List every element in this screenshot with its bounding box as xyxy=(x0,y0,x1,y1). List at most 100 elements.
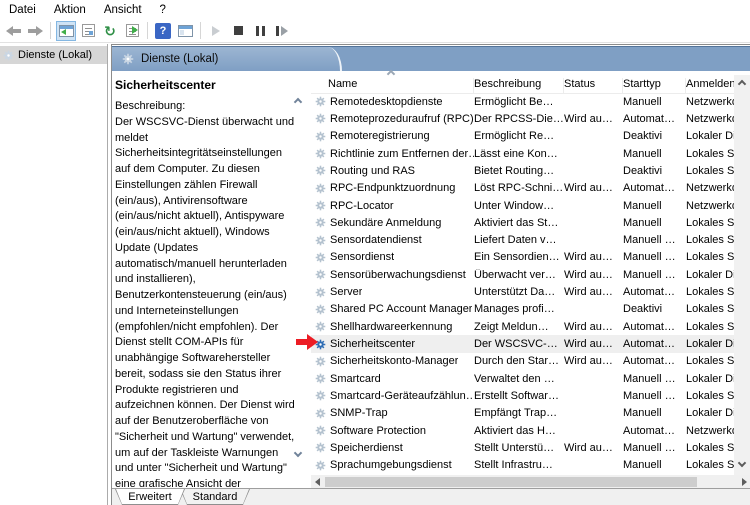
extended-description-pane: Sicherheitscenter Beschreibung: Der WSCS… xyxy=(115,75,295,487)
scroll-left-arrow[interactable] xyxy=(315,478,320,486)
table-row[interactable]: Sekundäre Anmeldung Aktiviert das St… Manu… xyxy=(311,214,734,231)
table-row[interactable]: Smartcard Verwaltet den … Manuell … Lokaler… xyxy=(311,370,734,387)
service-name-cell: Sensordatendienst xyxy=(311,234,474,246)
gear-icon xyxy=(315,460,326,471)
description-scroll-up-arrow[interactable] xyxy=(294,97,303,106)
gear-icon xyxy=(315,235,326,246)
gear-icon xyxy=(315,131,326,142)
stop-service-icon[interactable] xyxy=(228,21,248,41)
table-row[interactable]: RPC-Endpunktzuordnung Löst RPC-Schni… Wird… xyxy=(311,180,734,197)
tab-erweitert[interactable]: Erweitert xyxy=(115,489,185,505)
gear-icon xyxy=(315,408,326,419)
help-icon[interactable]: ? xyxy=(153,21,173,41)
table-row[interactable]: SNMP-Trap Empfängt Trap… Manuell Lokaler Di… xyxy=(311,405,734,422)
service-description-cell: Der WSCSVC-… xyxy=(474,338,558,351)
service-logonas-cell: Lokaler Dier xyxy=(686,372,734,385)
table-row[interactable]: Sensorüberwachungsdienst Überwacht ver… Wi… xyxy=(311,266,734,283)
column-header-beschreibung[interactable]: Beschreibung xyxy=(474,78,564,93)
service-starttype-cell: Automat… xyxy=(623,182,675,195)
column-header-status[interactable]: Status xyxy=(564,78,623,93)
show-window-icon[interactable] xyxy=(56,20,76,41)
pause-service-icon[interactable] xyxy=(250,21,270,41)
table-row[interactable]: Routing und RAS Bietet Routing… Deaktivi Lo… xyxy=(311,162,734,179)
list-scroll-down-arrow[interactable] xyxy=(738,461,747,470)
service-logonas-cell: Lokales Syst xyxy=(686,147,734,160)
service-description-cell: Lässt eine Kon… xyxy=(474,147,558,160)
service-description-cell: Manages profi… xyxy=(474,303,555,316)
service-status-cell: Wird au… xyxy=(564,251,613,264)
service-description-cell: Ermöglicht Re… xyxy=(474,130,555,143)
tab-standard[interactable]: Standard xyxy=(180,489,250,505)
start-service-icon[interactable] xyxy=(206,21,226,41)
properties-icon[interactable] xyxy=(78,21,98,41)
column-header-name[interactable]: Name xyxy=(311,78,474,93)
column-header-starttyp[interactable]: Starttyp xyxy=(623,78,686,93)
service-name-cell: Speicherdienst xyxy=(311,442,474,454)
service-description-cell: Erstellt Softwar… xyxy=(474,389,559,402)
service-description-cell: Bietet Routing… xyxy=(474,164,555,177)
service-logonas-cell: Lokaler Dier xyxy=(686,407,734,420)
service-logonas-cell: Lokales Syst xyxy=(686,441,734,454)
service-description-cell: Löst RPC-Schni… xyxy=(474,182,564,195)
service-name: Sprachumgebungsdienst xyxy=(330,459,452,472)
horizontal-scrollbar[interactable] xyxy=(311,475,750,489)
service-description-cell: Durch den Star… xyxy=(474,355,559,368)
service-name: Shellhardwareerkennung xyxy=(330,320,453,333)
service-starttype-cell: Manuell … xyxy=(623,441,676,454)
table-row[interactable]: Shared PC Account Manager Manages profi… D… xyxy=(311,301,734,318)
service-description-cell: Ermöglicht Be… xyxy=(474,95,554,108)
table-row[interactable]: Smartcard-Geräteaufzählun… Erstellt Softw… xyxy=(311,387,734,404)
services-header-tab[interactable]: Dienste (Lokal) xyxy=(112,47,342,71)
service-status-cell: Wird au… xyxy=(564,320,613,333)
service-name-cell: Smartcard xyxy=(311,373,474,385)
table-row[interactable]: Remotedesktopdienste Ermöglicht Be… Manuel… xyxy=(311,93,734,110)
table-row[interactable]: Sprachumgebungsdienst Stellt Infrastru… Ma… xyxy=(311,457,734,474)
forward-arrow-icon[interactable] xyxy=(25,21,45,41)
table-row[interactable]: Software Protection Aktiviert das H… Autom… xyxy=(311,422,734,439)
service-status-cell: Wird au… xyxy=(564,441,613,454)
list-scroll-up-arrow[interactable] xyxy=(738,79,747,88)
service-status-cell: Wird au… xyxy=(564,182,613,195)
export-list-icon[interactable] xyxy=(122,21,142,41)
description-scroll-down-arrow[interactable] xyxy=(294,451,303,460)
table-row[interactable]: Shellhardwareerkennung Zeigt Meldun… Wird … xyxy=(311,318,734,335)
service-starttype-cell: Manuell … xyxy=(623,389,676,402)
service-name-cell: Remotedesktopdienste xyxy=(311,96,474,108)
menu-item-ansicht[interactable]: Ansicht xyxy=(95,2,151,18)
service-starttype-cell: Manuell xyxy=(623,216,662,229)
table-row[interactable]: Sicherheitscenter Der WSCSVC-… Wird au… Aut… xyxy=(311,335,734,353)
service-name: Shared PC Account Manager xyxy=(330,303,473,316)
table-row[interactable]: Sensordatendienst Liefert Daten v… Manuell… xyxy=(311,232,734,249)
service-logonas-cell: Netzwerkdie xyxy=(686,182,734,195)
console-tree-icon[interactable] xyxy=(175,21,195,41)
service-name: Sicherheitscenter xyxy=(330,338,415,351)
service-starttype-cell: Manuell xyxy=(623,95,662,108)
service-name-cell: Remoteprozeduraufruf (RPC) xyxy=(311,113,474,125)
menu-item-aktion[interactable]: Aktion xyxy=(45,2,95,18)
scrollbar-thumb[interactable] xyxy=(325,477,697,487)
tree-item-dienste-lokal[interactable]: Dienste (Lokal) xyxy=(0,46,107,64)
table-row[interactable]: Speicherdienst Stellt Unterstü… Wird au… Ma… xyxy=(311,439,734,456)
gear-icon xyxy=(315,425,326,436)
column-header-anmelden-a[interactable]: Anmelden a xyxy=(686,78,734,93)
table-row[interactable]: Remoteprozeduraufruf (RPC) Der RPCSS-Die…… xyxy=(311,110,734,127)
menu-item-datei[interactable]: Datei xyxy=(0,2,45,18)
service-logonas-cell: Lokales Syst xyxy=(686,286,734,299)
table-row[interactable]: Richtlinie zum Entfernen der… Lässt eine … xyxy=(311,145,734,162)
scroll-right-arrow[interactable] xyxy=(742,478,747,486)
service-logonas-cell: Netzwerkdie xyxy=(686,112,734,125)
table-row[interactable]: Sicherheitskonto-Manager Durch den Star… W… xyxy=(311,353,734,370)
refresh-icon[interactable]: ↻ xyxy=(100,21,120,41)
back-arrow-icon[interactable] xyxy=(3,21,23,41)
table-row[interactable]: Remoteregistrierung Ermöglicht Re… Deaktiv… xyxy=(311,128,734,145)
toolbar-separator xyxy=(200,22,201,39)
service-description-cell: Aktiviert das H… xyxy=(474,424,556,437)
table-row[interactable]: RPC-Locator Unter Window… Manuell Netzwerkd… xyxy=(311,197,734,214)
gear-icon xyxy=(315,113,326,124)
service-starttype-cell: Automat… xyxy=(623,320,675,333)
table-row[interactable]: Sensordienst Ein Sensordien… Wird au… Manue… xyxy=(311,249,734,266)
vertical-scrollbar[interactable] xyxy=(734,75,750,505)
table-row[interactable]: Server Unterstützt Da… Wird au… Automat… Lok… xyxy=(311,283,734,300)
menu-item-help[interactable]: ? xyxy=(151,2,175,18)
restart-service-icon[interactable] xyxy=(272,21,292,41)
